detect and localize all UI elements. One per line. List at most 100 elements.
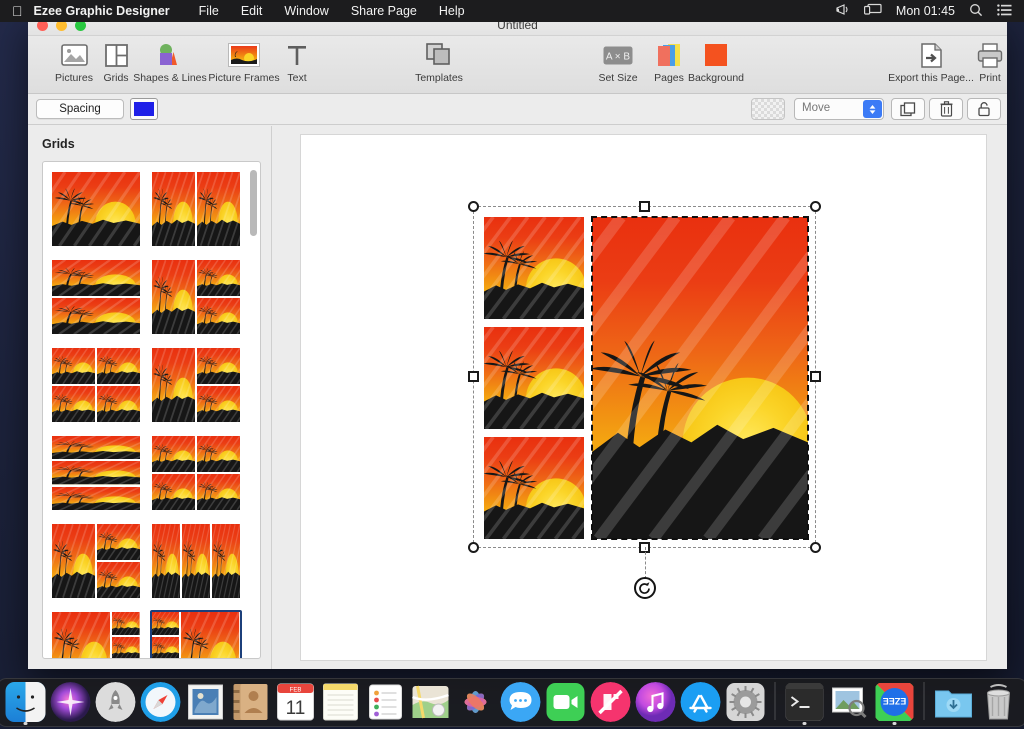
dock-item-notes[interactable] <box>321 682 361 722</box>
dock-item-downloads[interactable] <box>934 682 974 722</box>
dock-item-app-store[interactable] <box>681 682 721 722</box>
grid-thumbnail-grid-1-full[interactable] <box>50 170 142 248</box>
mail-icon <box>186 682 226 722</box>
color-swatch-button[interactable] <box>130 98 158 120</box>
grid-thumbnail-column <box>182 524 210 598</box>
grid-thumbnail-grid-top-wide-2-bottom[interactable] <box>150 346 242 424</box>
grid-thumbnail-grid-2x2-mixed[interactable] <box>50 346 142 424</box>
checkerboard-icon[interactable] <box>751 98 785 120</box>
dock-item-mail[interactable] <box>186 682 226 722</box>
grid-list-scroll-area[interactable] <box>42 161 261 659</box>
resize-handle-bottom-right[interactable] <box>810 542 821 553</box>
resize-handle-middle-right[interactable] <box>810 371 821 382</box>
resize-handle-top-right[interactable] <box>810 201 821 212</box>
grid-thumbnail-column <box>181 612 239 659</box>
grid-thumbnail-cell <box>52 487 140 510</box>
grid-thumbnail-grid-2-top-2-bottom[interactable] <box>150 434 242 512</box>
grid-cell-small-3[interactable] <box>484 437 584 539</box>
megaphone-icon[interactable] <box>835 3 850 19</box>
toolbar-label-background: Background <box>668 72 764 84</box>
dock-item-siri[interactable] <box>51 682 91 722</box>
grid-thumbnail-grid-3-left-large-right[interactable] <box>150 610 242 659</box>
control-center-icon[interactable] <box>997 4 1012 19</box>
design-page[interactable] <box>300 134 987 661</box>
grid-thumbnail-column <box>52 524 95 598</box>
grid-thumbnail-grid-large-left-3-right[interactable] <box>50 610 142 659</box>
grid-thumbnail-grid-wide-top-2[interactable] <box>50 522 142 600</box>
dock-item-facetime[interactable] <box>546 682 586 722</box>
dock-item-reminders[interactable] <box>366 682 406 722</box>
lock-button[interactable] <box>967 98 1001 120</box>
grid-thumbnail-cell <box>97 348 140 384</box>
dock-item-preview[interactable] <box>830 682 870 722</box>
menu-item-edit[interactable]: Edit <box>230 4 274 18</box>
duplicate-icon <box>900 102 916 117</box>
dock-item-ezee-graphic-designer[interactable]: EZEE <box>875 682 915 722</box>
toolbar-button-templates[interactable]: Templates <box>391 40 487 84</box>
apple-logo-icon[interactable]:  <box>0 4 34 18</box>
rotate-handle-icon[interactable] <box>634 577 656 599</box>
delete-button[interactable] <box>929 98 963 120</box>
dock-item-safari[interactable] <box>141 682 181 722</box>
maps-icon <box>411 682 451 722</box>
dock-item-system-preferences[interactable] <box>726 682 766 722</box>
grid-thumbnail-cell <box>52 436 140 459</box>
spacing-button[interactable]: Spacing <box>36 99 124 119</box>
dock-item-maps[interactable] <box>411 682 451 722</box>
menu-item-file[interactable]: File <box>188 4 230 18</box>
move-mode-dropdown[interactable]: Move <box>794 98 884 120</box>
toolbar-button-background[interactable]: Background <box>668 40 764 84</box>
canvas-area[interactable] <box>272 126 1007 669</box>
photos-icon <box>456 682 496 722</box>
grid-thumbnail-grid-2-vertical[interactable] <box>150 170 242 248</box>
menu-bar:  Ezee Graphic Designer File Edit Window… <box>0 0 1024 22</box>
grid-cell-large[interactable] <box>592 217 808 539</box>
grid-cell-small-1[interactable] <box>484 217 584 319</box>
dock-item-photos[interactable] <box>456 682 496 722</box>
grid-thumbnail-grid-3-column[interactable] <box>150 522 242 600</box>
chevron-updown-icon <box>863 100 882 118</box>
sidebar-scrollbar[interactable] <box>250 166 258 654</box>
trash-icon <box>940 101 953 117</box>
grid-thumbnail-cell <box>112 612 140 635</box>
toolbar-button-text[interactable]: Text <box>249 40 345 84</box>
menu-item-share-page[interactable]: Share Page <box>340 4 428 18</box>
resize-handle-top-left[interactable] <box>468 201 479 212</box>
dock-item-launchpad[interactable] <box>96 682 136 722</box>
grid-thumbnail-cell <box>52 348 95 384</box>
resize-handle-top-center[interactable] <box>639 201 650 212</box>
dock-item-news[interactable] <box>591 682 631 722</box>
search-icon[interactable] <box>969 3 983 20</box>
display-icon[interactable] <box>864 3 882 19</box>
grid-thumbnail-grid-left-large-2-right[interactable] <box>150 258 242 336</box>
grid-thumbnail-grid-2-horizontal[interactable] <box>50 258 142 336</box>
sidebar-scrollbar-thumb[interactable] <box>250 170 257 236</box>
dock-item-itunes[interactable] <box>636 682 676 722</box>
dock-item-contacts[interactable] <box>231 682 271 722</box>
grid-thumbnail-column <box>197 436 240 510</box>
dock-item-finder[interactable] <box>6 682 46 722</box>
selection-group[interactable] <box>473 206 816 548</box>
downloads-folder-icon <box>934 682 974 722</box>
grid-thumbnail-cell <box>152 348 195 422</box>
print-icon <box>942 40 1007 70</box>
dock-item-messages[interactable] <box>501 682 541 722</box>
grid-thumbnail-grid-3-horizontal[interactable] <box>50 434 142 512</box>
grid-cell-small-2[interactable] <box>484 327 584 429</box>
background-icon <box>668 40 764 70</box>
toolbar-button-print[interactable]: Print <box>942 40 1007 84</box>
menu-clock[interactable]: Mon 01:45 <box>896 4 955 18</box>
dock-item-calendar[interactable]: FEB 11 <box>276 682 316 722</box>
dock-item-terminal[interactable] <box>785 682 825 722</box>
duplicate-button[interactable] <box>891 98 925 120</box>
grid-thumbnail-column <box>52 612 110 659</box>
dock-separator <box>775 682 776 720</box>
resize-handle-middle-left[interactable] <box>468 371 479 382</box>
grid-thumbnail-cell <box>52 461 140 484</box>
trash-icon <box>979 682 1019 722</box>
menu-item-help[interactable]: Help <box>428 4 476 18</box>
menu-app-name[interactable]: Ezee Graphic Designer <box>34 4 188 18</box>
menu-item-window[interactable]: Window <box>273 4 339 18</box>
dock-item-trash[interactable] <box>979 682 1019 722</box>
resize-handle-bottom-left[interactable] <box>468 542 479 553</box>
